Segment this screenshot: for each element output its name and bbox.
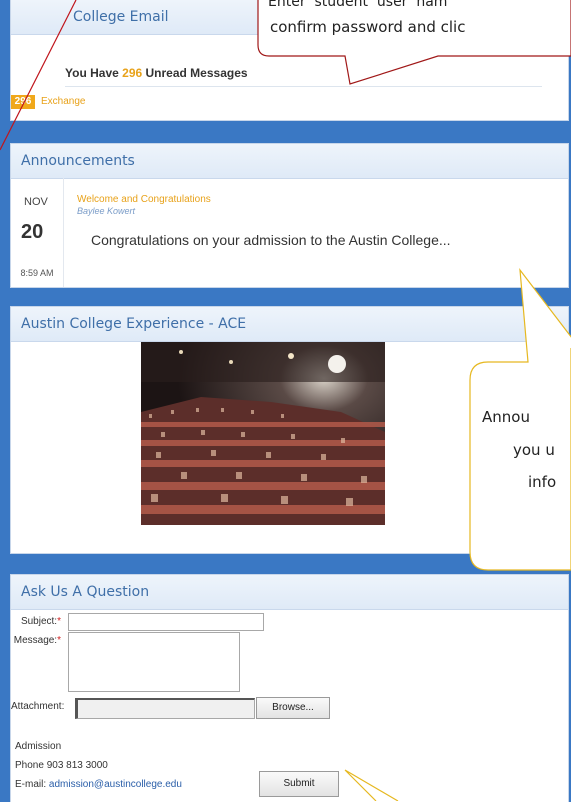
ask-question-header: Ask Us A Question xyxy=(11,575,568,610)
auditorium-photo xyxy=(141,342,385,525)
contact-name: Admission xyxy=(15,741,62,752)
top-callout-line2: confirm password and clic xyxy=(270,18,466,36)
email-divider xyxy=(65,86,542,87)
message-label-text: Message: xyxy=(13,635,58,646)
attachment-file-field[interactable] xyxy=(75,698,255,719)
ann-callout-line3: info xyxy=(528,473,557,491)
subject-label-text: Subject: xyxy=(20,616,58,627)
exchange-count-badge: 296 xyxy=(11,95,35,109)
subject-label: Subject:* xyxy=(11,616,61,627)
announcement-author: Baylee Kowert xyxy=(77,206,136,216)
ace-panel: Austin College Experience - ACE xyxy=(10,306,569,554)
submit-button[interactable]: Submit xyxy=(259,771,339,797)
unread-messages-text[interactable]: You Have 296 Unread Messages xyxy=(65,66,248,80)
attachment-label: Attachment: xyxy=(11,701,65,712)
announcement-body[interactable]: Congratulations on your admission to the… xyxy=(91,232,451,248)
contact-email: E-mail: admission@austincollege.edu xyxy=(15,779,182,790)
required-mark: * xyxy=(57,616,61,627)
ace-header: Austin College Experience - ACE xyxy=(11,307,568,342)
announcement-day: 20 xyxy=(21,221,44,243)
announcement-month: NOV xyxy=(24,196,48,208)
required-mark: * xyxy=(57,635,61,646)
announcement-time: 8:59 AM xyxy=(20,268,54,278)
announcements-panel: Announcements NOV 20 8:59 AM Welcome and… xyxy=(10,143,569,288)
ann-callout-line2: you u xyxy=(513,441,555,459)
ann-callout-line1: Annou xyxy=(482,408,530,426)
date-divider xyxy=(63,178,64,287)
top-callout-line1: Enter student user nam xyxy=(268,0,448,10)
ask-question-panel: Ask Us A Question Subject:* Message:* At… xyxy=(10,574,569,802)
unread-prefix: You Have xyxy=(65,66,123,80)
message-label: Message:* xyxy=(11,635,61,646)
email-prefix: E-mail: xyxy=(15,779,49,790)
admission-email-link[interactable]: admission@austincollege.edu xyxy=(49,779,182,790)
unread-suffix: Unread Messages xyxy=(142,66,248,80)
unread-count: 296 xyxy=(122,66,143,80)
message-textarea[interactable] xyxy=(68,632,240,692)
browse-button[interactable]: Browse... xyxy=(256,697,330,719)
announcements-header: Announcements xyxy=(11,144,568,179)
subject-input[interactable] xyxy=(68,613,264,631)
exchange-link[interactable]: Exchange xyxy=(41,96,85,107)
announcement-title-link[interactable]: Welcome and Congratulations xyxy=(77,194,211,205)
contact-phone: Phone 903 813 3000 xyxy=(15,760,108,771)
